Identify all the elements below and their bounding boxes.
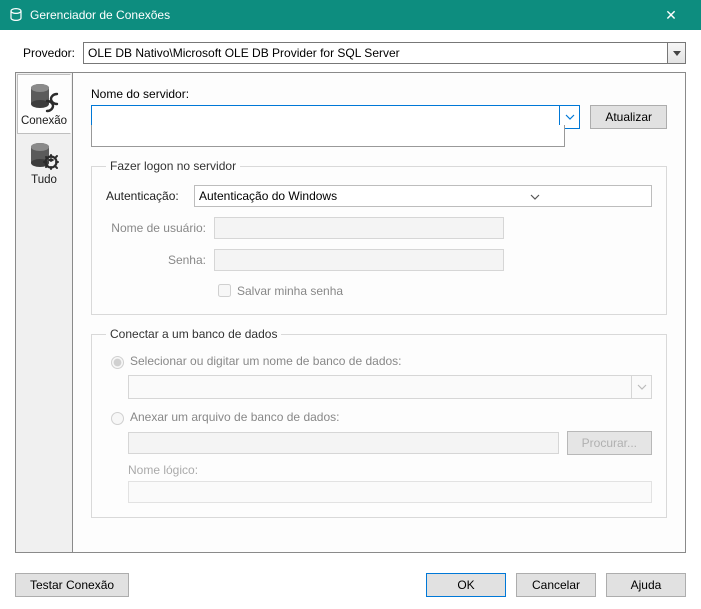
- chevron-down-icon: [423, 189, 647, 203]
- close-button[interactable]: ✕: [649, 7, 693, 24]
- sidebar: Conexão Tudo: [15, 72, 73, 553]
- provider-combo[interactable]: OLE DB Nativo\Microsoft OLE DB Provider …: [83, 42, 686, 64]
- sidebar-item-all[interactable]: Tudo: [17, 134, 71, 192]
- attach-db-label: Anexar um arquivo de banco de dados:: [130, 410, 339, 424]
- refresh-button[interactable]: Atualizar: [590, 105, 667, 129]
- ok-button[interactable]: OK: [426, 573, 506, 597]
- database-combo: [128, 375, 652, 399]
- password-label: Senha:: [106, 253, 206, 267]
- save-password-checkbox: [218, 284, 231, 297]
- chevron-down-icon: [631, 376, 651, 398]
- dialog-footer: Testar Conexão OK Cancelar Ajuda: [0, 563, 701, 609]
- attach-file-input: [128, 432, 559, 454]
- browse-button: Procurar...: [567, 431, 652, 455]
- server-name-dropdown-popup[interactable]: [91, 125, 565, 147]
- username-input: [214, 217, 504, 239]
- provider-value: OLE DB Nativo\Microsoft OLE DB Provider …: [84, 46, 667, 60]
- password-input: [214, 249, 504, 271]
- app-icon: [8, 7, 24, 23]
- provider-row: Provedor: OLE DB Nativo\Microsoft OLE DB…: [0, 30, 701, 72]
- provider-label: Provedor:: [15, 46, 75, 60]
- cancel-button[interactable]: Cancelar: [516, 573, 596, 597]
- help-button[interactable]: Ajuda: [606, 573, 686, 597]
- server-name-label: Nome do servidor:: [91, 87, 667, 101]
- connect-db-fieldset: Conectar a um banco de dados Selecionar …: [91, 327, 667, 518]
- attach-db-radio: [111, 412, 124, 425]
- database-value: [129, 376, 631, 398]
- auth-value: Autenticação do Windows: [199, 189, 423, 203]
- sidebar-item-label: Tudo: [17, 174, 71, 186]
- connection-panel: Nome do servidor: Atualizar Fazer logon …: [73, 72, 686, 553]
- username-label: Nome de usuário:: [106, 221, 206, 235]
- chevron-down-icon: [667, 43, 685, 63]
- main-area: Conexão Tudo Nome do servidor:: [0, 72, 701, 563]
- select-db-label: Selecionar ou digitar um nome de banco d…: [130, 354, 402, 368]
- connect-db-legend: Conectar a um banco de dados: [106, 327, 281, 341]
- auth-combo[interactable]: Autenticação do Windows: [194, 185, 652, 207]
- titlebar: Gerenciador de Conexões ✕: [0, 0, 701, 30]
- logon-legend: Fazer logon no servidor: [106, 159, 240, 173]
- test-connection-button[interactable]: Testar Conexão: [15, 573, 129, 597]
- logical-name-input: [128, 481, 652, 503]
- window-title: Gerenciador de Conexões: [30, 8, 649, 22]
- select-db-radio: [111, 356, 124, 369]
- logical-name-label: Nome lógico:: [128, 463, 652, 477]
- sidebar-item-connection[interactable]: Conexão: [17, 74, 71, 134]
- save-password-label: Salvar minha senha: [237, 284, 343, 298]
- sidebar-item-label: Conexão: [18, 115, 70, 127]
- auth-label: Autenticação:: [106, 189, 186, 203]
- logon-fieldset: Fazer logon no servidor Autenticação: Au…: [91, 159, 667, 315]
